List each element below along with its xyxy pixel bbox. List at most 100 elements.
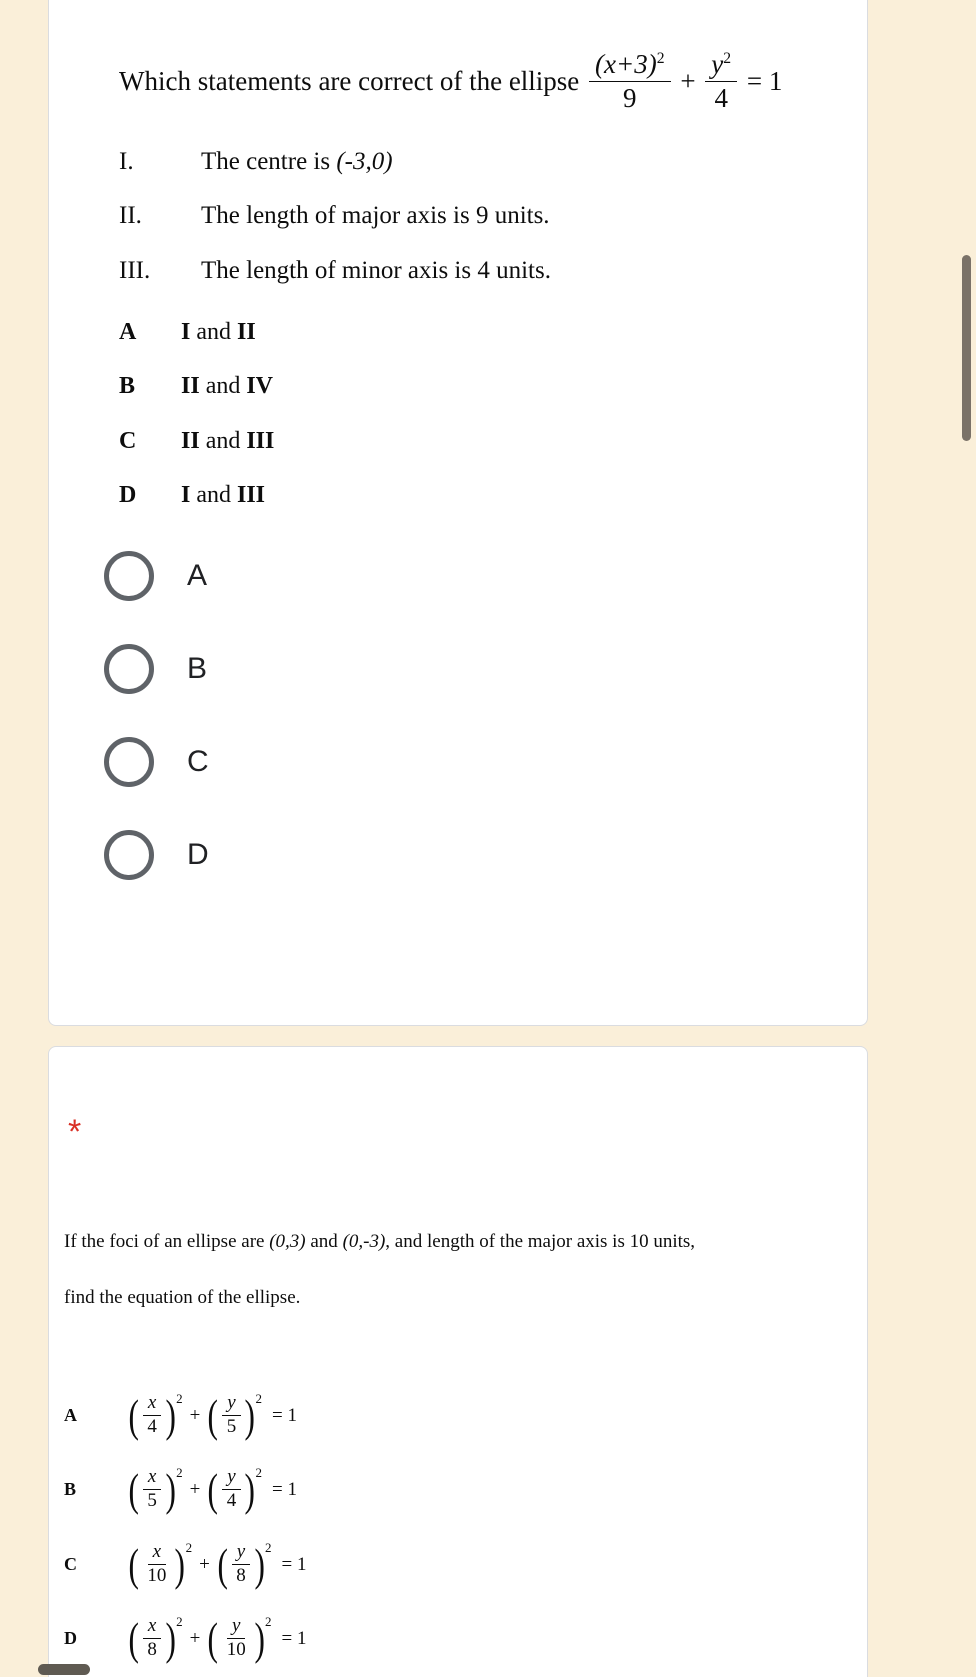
math-option-c-x-term: ( x 10 ) 2 — [128, 1538, 193, 1590]
option-a-y-numerator: y — [222, 1392, 241, 1416]
math-option-c: C ( x 10 ) 2 + ( y 8 ) 2 = 1 — [64, 1538, 307, 1590]
math-option-b: B ( x 5 ) 2 + ( y 4 ) 2 = 1 — [64, 1463, 297, 1515]
printed-option-a: A I and II — [119, 320, 256, 344]
statement-three: III. The length of minor axis is 4 units. — [119, 258, 859, 283]
statement-three-text: The length of minor axis is 4 units. — [201, 257, 551, 284]
option-d-y-numerator: y — [226, 1615, 246, 1639]
question-one-stem: Which statements are correct of the elli… — [119, 49, 859, 116]
math-option-d-operator: + — [189, 1627, 201, 1649]
printed-option-d-second: III — [237, 482, 266, 508]
radio-option-b-label: B — [187, 652, 208, 685]
printed-option-b-conj: and — [205, 373, 241, 399]
radio-circle-icon[interactable] — [104, 551, 154, 601]
math-option-c-y-term: ( y 8 ) 2 — [217, 1538, 272, 1590]
required-asterisk: * — [68, 1113, 82, 1151]
statement-one-math: (-3,0) — [336, 148, 393, 175]
printed-option-a-first: I — [181, 319, 191, 345]
math-option-c-letter: C — [64, 1554, 77, 1575]
option-c-y-exponent: 2 — [265, 1539, 272, 1555]
printed-option-c-conj: and — [205, 428, 241, 454]
math-option-d-letter: D — [64, 1628, 77, 1649]
option-d-x-exponent: 2 — [176, 1613, 183, 1629]
prompt-math-a: (0,3) — [269, 1231, 306, 1252]
question-two-prompt-line-two: find the equation of the ellipse. — [64, 1287, 301, 1308]
option-a-y-denominator: 5 — [226, 1415, 237, 1437]
option-d-x-numerator: x — [142, 1615, 162, 1639]
printed-option-c-letter: C — [119, 428, 137, 454]
math-option-b-y-term: ( y 4 ) 2 — [207, 1463, 263, 1515]
printed-option-a-conj: and — [196, 319, 231, 345]
math-option-d: D ( x 8 ) 2 + ( y 10 ) 2 = 1 — [64, 1612, 307, 1664]
prompt-part-c: , and length of the major axis is 10 uni… — [385, 1231, 696, 1252]
radio-option-d-label: D — [187, 838, 209, 871]
option-c-x-exponent: 2 — [185, 1539, 193, 1555]
math-option-b-x-term: ( x 5 ) 2 — [128, 1463, 183, 1515]
option-b-y-denominator: 4 — [226, 1489, 237, 1511]
math-option-a-y-term: ( y 5 ) 2 — [207, 1389, 263, 1441]
question-one-stem-text: Which statements are correct of the elli… — [119, 65, 580, 96]
statement-one: I. The centre is (-3,0) — [119, 149, 859, 174]
printed-option-b: B II and IV — [119, 374, 273, 398]
math-option-c-operator: + — [199, 1553, 210, 1575]
option-b-x-numerator: x — [142, 1466, 162, 1490]
vertical-scrollbar-track[interactable] — [962, 0, 976, 1677]
printed-option-a-second: II — [237, 319, 256, 345]
statement-one-numeral: I. — [119, 148, 134, 175]
option-d-x-denominator: 8 — [147, 1638, 157, 1660]
equation-operator: + — [680, 65, 696, 96]
printed-option-b-first: II — [181, 373, 200, 399]
option-b-y-numerator: y — [222, 1466, 241, 1490]
radio-option-b[interactable]: B — [104, 641, 207, 697]
option-b-y-exponent: 2 — [255, 1464, 263, 1480]
option-c-x-numerator: x — [147, 1541, 167, 1565]
printed-option-b-letter: B — [119, 373, 136, 399]
option-a-x-exponent: 2 — [176, 1390, 183, 1406]
question-one-card: Which statements are correct of the elli… — [48, 0, 868, 1026]
radio-circle-icon[interactable] — [104, 830, 154, 880]
math-option-d-equals: = 1 — [281, 1627, 307, 1649]
term-two-denominator: 4 — [714, 83, 728, 114]
math-option-a: A ( x 4 ) 2 + ( y 5 ) 2 = 1 — [64, 1389, 297, 1441]
prompt-part-b: and — [310, 1231, 338, 1252]
radio-option-c[interactable]: C — [104, 734, 209, 790]
printed-option-d-conj: and — [196, 482, 231, 508]
prompt-math-b: (0,-3) — [342, 1231, 386, 1252]
math-option-a-operator: + — [189, 1404, 201, 1426]
option-a-x-denominator: 4 — [147, 1415, 157, 1437]
option-d-y-exponent: 2 — [265, 1613, 272, 1629]
statement-one-text: The centre is — [201, 148, 331, 175]
radio-option-a[interactable]: A — [104, 548, 207, 604]
radio-option-d[interactable]: D — [104, 827, 209, 883]
option-b-x-denominator: 5 — [147, 1489, 157, 1511]
math-option-b-letter: B — [64, 1479, 77, 1500]
option-a-y-exponent: 2 — [255, 1390, 263, 1406]
radio-option-c-label: C — [187, 745, 209, 778]
math-option-a-equals: = 1 — [272, 1404, 297, 1426]
radio-circle-icon[interactable] — [104, 644, 154, 694]
printed-option-c: C II and III — [119, 429, 274, 453]
printed-option-d-letter: D — [119, 482, 137, 508]
statement-two: II. The length of major axis is 9 units. — [119, 203, 859, 228]
vertical-scrollbar-thumb[interactable] — [962, 255, 971, 441]
radio-option-a-label: A — [187, 559, 208, 592]
statement-two-numeral: II. — [119, 202, 142, 229]
printed-option-a-letter: A — [119, 319, 137, 345]
math-option-d-x-term: ( x 8 ) 2 — [128, 1612, 183, 1664]
option-d-y-denominator: 10 — [226, 1638, 246, 1660]
math-option-c-equals: = 1 — [281, 1553, 307, 1575]
term-two-numerator: y — [711, 49, 724, 79]
option-a-x-numerator: x — [142, 1392, 162, 1416]
term-one-numerator: (x+3) — [595, 49, 657, 79]
horizontal-scrollbar-thumb[interactable] — [38, 1664, 90, 1675]
quiz-page: Which statements are correct of the elli… — [0, 0, 976, 1677]
prompt-part-a: If the foci of an ellipse are — [64, 1231, 265, 1252]
equation-term-one: (x+3)2 9 — [589, 49, 671, 114]
term-two-exponent: 2 — [723, 50, 732, 67]
option-c-x-denominator: 10 — [147, 1564, 167, 1586]
math-option-d-y-term: ( y 10 ) 2 — [207, 1612, 272, 1664]
radio-circle-icon[interactable] — [104, 737, 154, 787]
math-option-a-letter: A — [64, 1405, 77, 1426]
option-b-x-exponent: 2 — [176, 1464, 183, 1480]
printed-option-d: D I and III — [119, 483, 265, 507]
math-option-b-operator: + — [189, 1478, 201, 1500]
